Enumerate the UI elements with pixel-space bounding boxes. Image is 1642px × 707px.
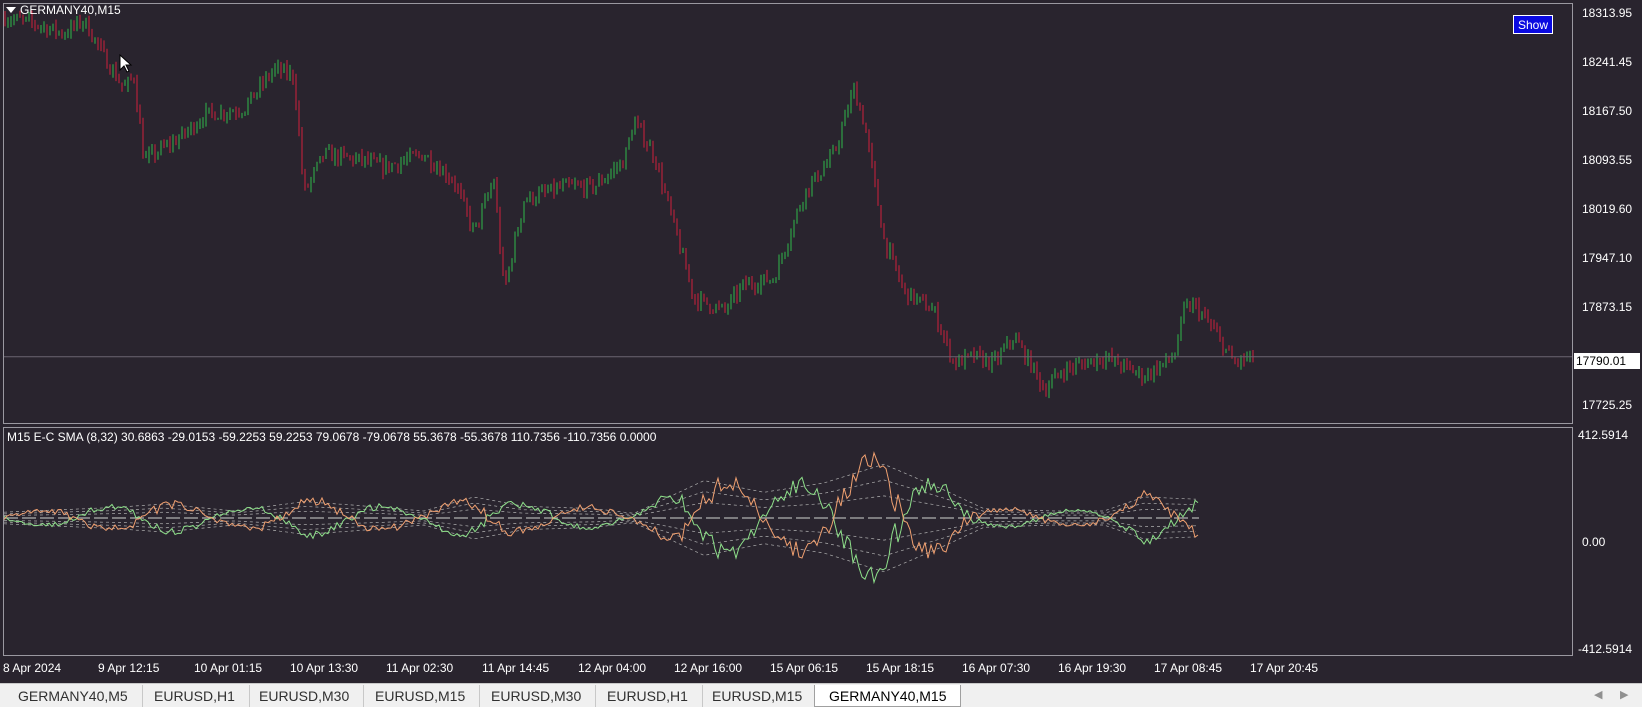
price-axis-label: 18019.60 — [1582, 202, 1633, 216]
mouse-cursor-icon — [119, 54, 133, 73]
price-axis-label: 17947.10 — [1582, 251, 1633, 265]
indicator-axis-label: 412.5914 — [1578, 428, 1629, 442]
time-axis-label: 10 Apr 01:15 — [194, 661, 263, 675]
price-axis-label: 17725.25 — [1582, 398, 1633, 412]
price-axis-label: 17873.15 — [1582, 300, 1633, 314]
indicator-axis-label: 0.00 — [1582, 535, 1606, 549]
time-axis-label: 16 Apr 07:30 — [962, 661, 1031, 675]
price-axis-label: 18167.50 — [1582, 104, 1633, 118]
show-button[interactable]: Show — [1513, 15, 1553, 34]
time-axis-label: 17 Apr 20:45 — [1250, 661, 1319, 675]
chart-tab-bar: GERMANY40,M5 EURUSD,H1 EURUSD,M30 EURUSD… — [0, 683, 1642, 707]
tab-scroll-right-icon[interactable]: ▶ — [1620, 688, 1628, 701]
tab-germany40-m15[interactable]: GERMANY40,M15 — [814, 685, 962, 707]
time-axis-label: 17 Apr 08:45 — [1154, 661, 1223, 675]
time-axis-label: 15 Apr 06:15 — [770, 661, 839, 675]
tab-eurusd-m15[interactable]: EURUSD,M15 — [698, 685, 818, 707]
time-axis-label: 11 Apr 02:30 — [386, 661, 454, 675]
tab-eurusd-h1[interactable]: EURUSD,H1 — [593, 685, 703, 707]
tab-germany40-m5[interactable]: GERMANY40,M5 — [4, 685, 143, 707]
indicator-green-line — [4, 476, 1199, 585]
indicator-title: M15 E-C SMA (8,32) 30.6863 -29.0153 -59.… — [7, 430, 657, 444]
indicator-orange-line — [4, 451, 1199, 559]
time-axis-label: 12 Apr 16:00 — [674, 661, 743, 675]
price-chart[interactable] — [4, 4, 1572, 422]
price-axis-label: 18313.95 — [1582, 6, 1633, 20]
tab-eurusd-m15[interactable]: EURUSD,M15 — [361, 685, 481, 707]
tab-eurusd-m30[interactable]: EURUSD,M30 — [245, 685, 365, 707]
time-axis-label: 9 Apr 12:15 — [98, 661, 160, 675]
collapse-triangle-icon[interactable] — [6, 7, 16, 13]
chart-symbol-title[interactable]: GERMANY40,M15 — [6, 3, 121, 17]
tab-scroll-left-icon[interactable]: ◀ — [1594, 688, 1602, 701]
current-price-label: 17790.01 — [1574, 353, 1640, 369]
time-axis-label: 15 Apr 18:15 — [866, 661, 935, 675]
time-axis-label: 16 Apr 19:30 — [1058, 661, 1127, 675]
tab-eurusd-h1[interactable]: EURUSD,H1 — [140, 685, 250, 707]
indicator-chart[interactable] — [4, 428, 1572, 654]
time-axis-label: 12 Apr 04:00 — [578, 661, 647, 675]
time-axis-label: 10 Apr 13:30 — [290, 661, 359, 675]
tab-eurusd-m30[interactable]: EURUSD,M30 — [477, 685, 597, 707]
time-axis-label: 11 Apr 14:45 — [482, 661, 550, 675]
symbol-title-text: GERMANY40,M15 — [20, 3, 121, 17]
price-axis-label: 18093.55 — [1582, 153, 1633, 167]
time-axis-label: 8 Apr 2024 — [3, 661, 62, 675]
price-axis-label: 18241.45 — [1582, 55, 1633, 69]
indicator-axis-label: -412.5914 — [1578, 642, 1633, 656]
